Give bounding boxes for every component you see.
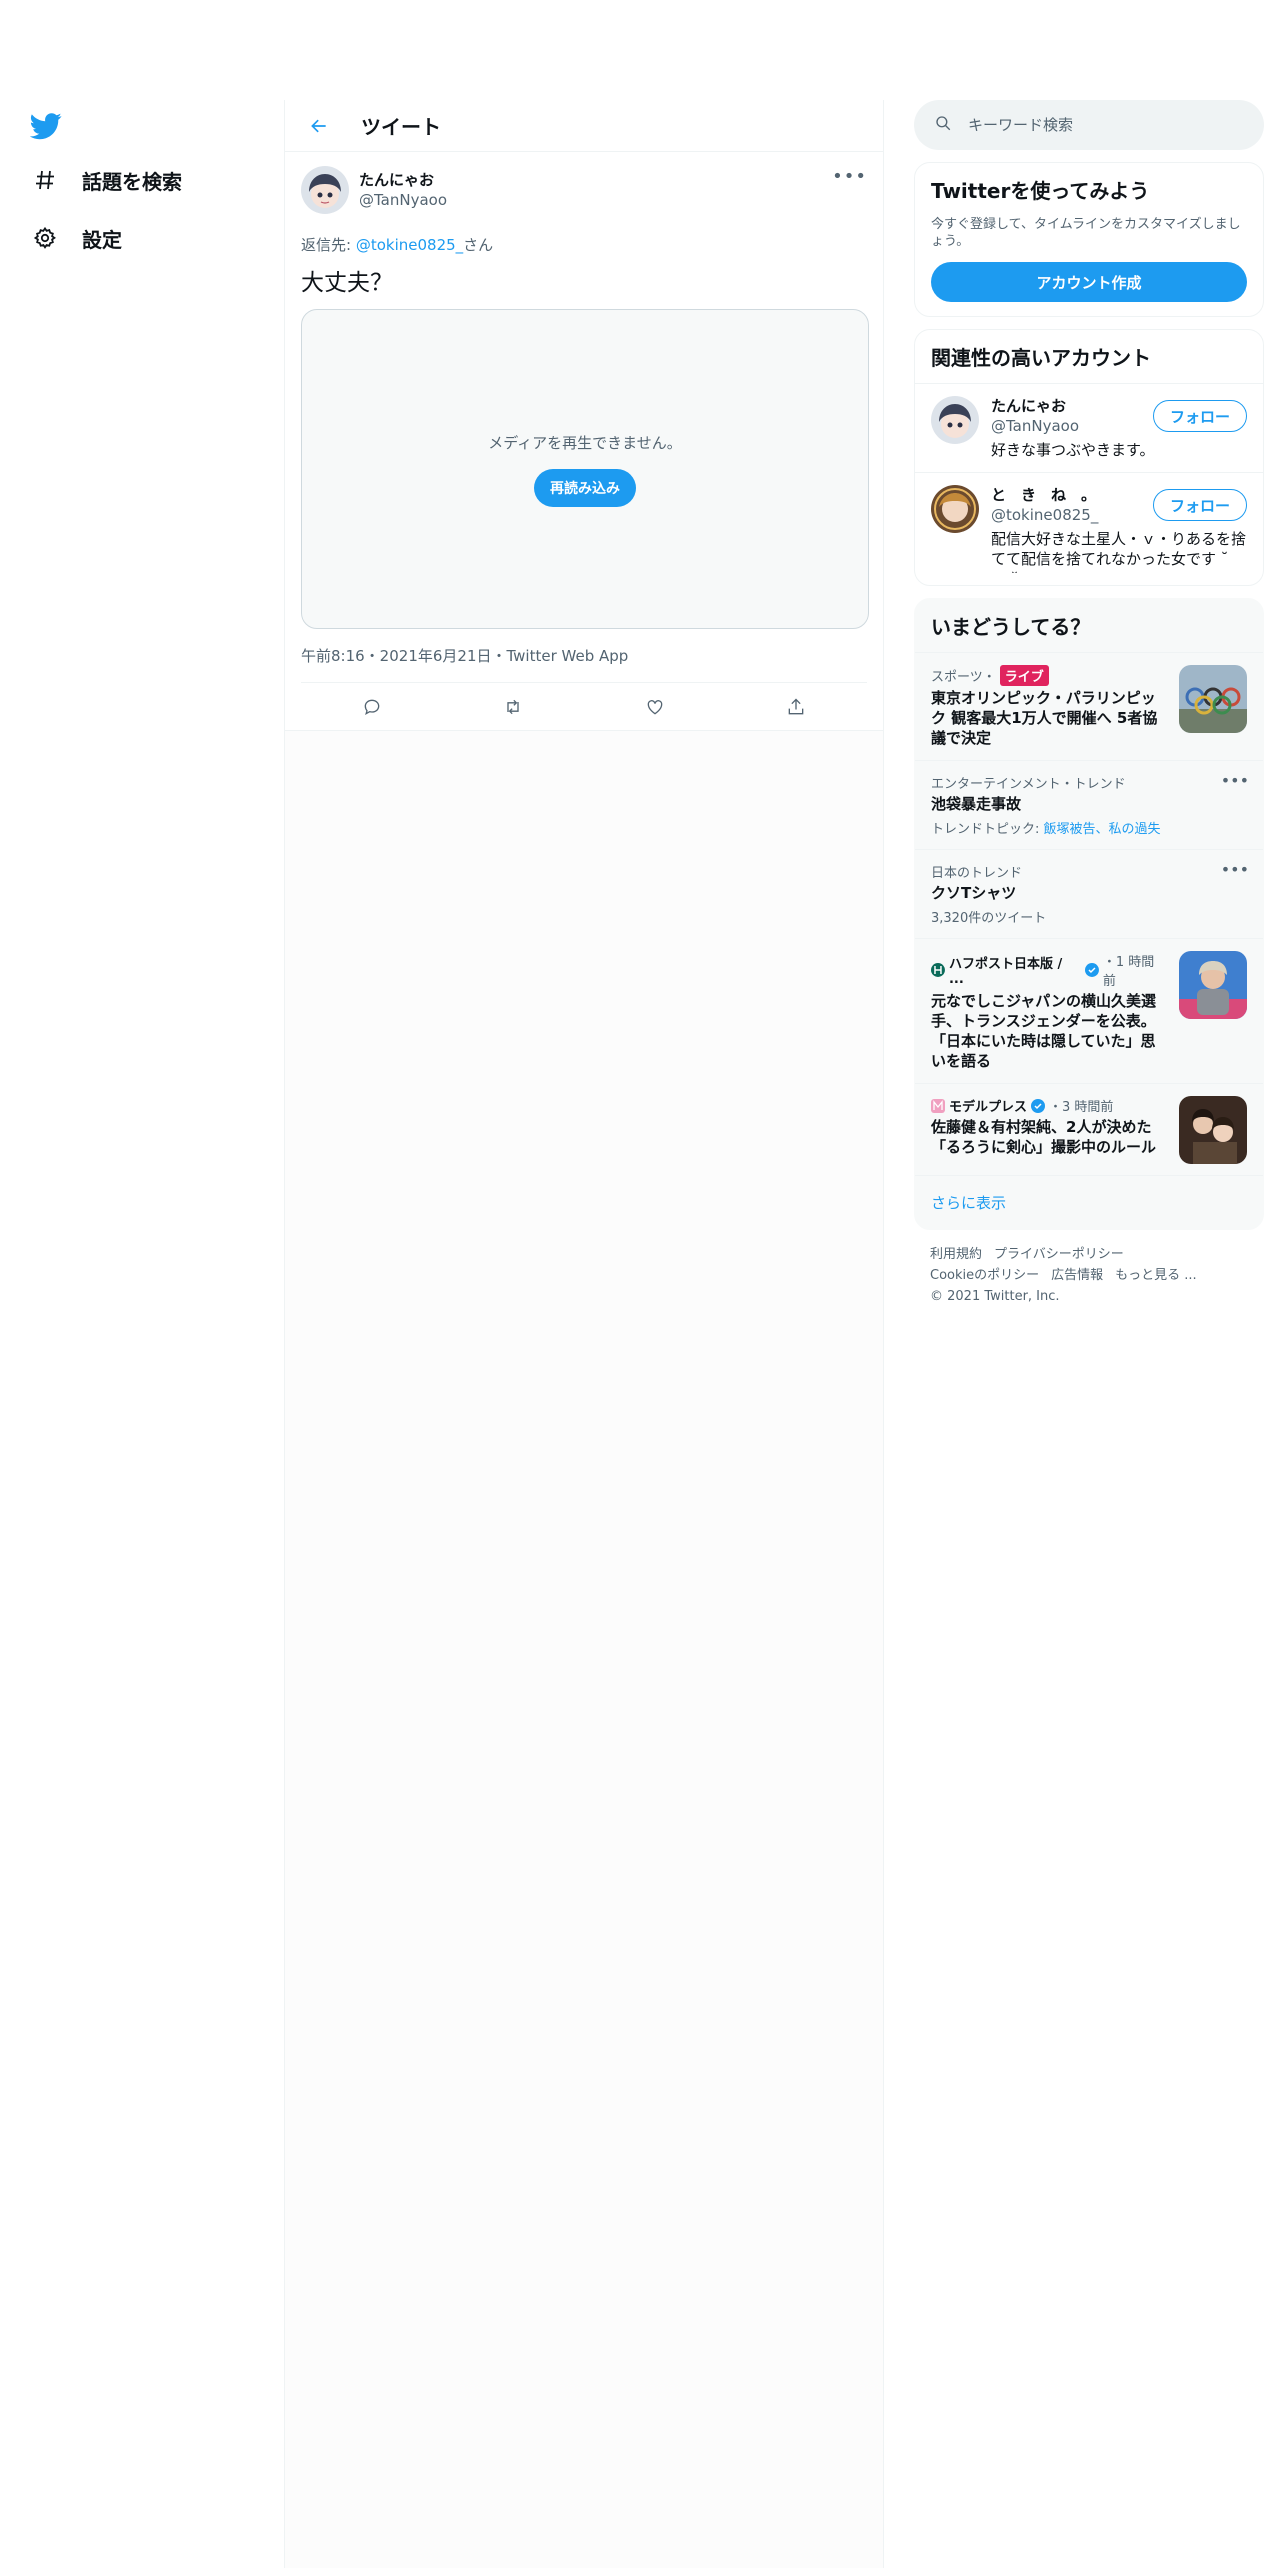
footer-link-privacy[interactable]: プライバシーポリシー (994, 1247, 1124, 1262)
trend-context: スポーツ・ ライブ (931, 665, 1167, 686)
main-column: ツイート たんにゃお @TanNyaoo ••• 返信先: @tokine082… (284, 100, 884, 2568)
gear-icon (30, 223, 60, 253)
trend-source: ハフポスト日本版 / ... (948, 957, 1063, 987)
trend-context: エンターテインメント・トレンド (931, 777, 1126, 792)
author-handle[interactable]: @TanNyaoo (359, 190, 447, 210)
trend-title: 元なでしこジャパンの横山久美選手、トランスジェンダーを公表。「日本にいた時は隠し… (931, 992, 1157, 1070)
tweet-actions (285, 683, 883, 731)
trend-item[interactable]: エンターテインメント・トレンド 池袋暴走事故 トレンドトピック: 飯塚被告、私の… (915, 760, 1263, 849)
footer-link-cookies[interactable]: Cookieのポリシー (930, 1268, 1039, 1283)
more-options-icon[interactable]: ••• (832, 166, 867, 187)
search-bar[interactable] (914, 100, 1264, 150)
nav-settings[interactable]: 設定 (30, 218, 122, 258)
trend-time: ・1 時間前 (1102, 955, 1155, 989)
avatar[interactable] (301, 166, 349, 214)
live-badge: ライブ (999, 665, 1049, 686)
trends-title: いまどうしてる？ (931, 615, 1091, 639)
tweet-header: ツイート (285, 100, 883, 152)
trend-title: 佐藤健＆有村架純、2人が決めた「るろうに剣心」撮影中のルール (931, 1118, 1157, 1156)
modelpress-logo-icon (931, 1098, 945, 1113)
trend-context: モデルプレス ・3 時間前 (931, 1096, 1167, 1115)
reply-prefix: 返信先: (301, 236, 356, 254)
signup-title: Twitterを使ってみよう (931, 179, 1150, 203)
page-title: ツイート (361, 115, 441, 139)
nav-explore[interactable]: 話題を検索 (30, 160, 182, 200)
trend-thumbnail (1179, 951, 1247, 1019)
trend-title: クソTシャツ (931, 884, 1017, 902)
trends-card: いまどうしてる？ スポーツ・ ライブ 東京オリンピック・パラリンピック 観客最大… (914, 598, 1264, 1230)
trend-title: 東京オリンピック・パラリンピック 観客最大1万人で開催へ 5者協議で決定 (931, 689, 1158, 747)
reply-icon[interactable] (354, 689, 390, 725)
trend-time: ・3 時間前 (1049, 1100, 1114, 1115)
avatar[interactable] (931, 485, 979, 533)
more-options-icon[interactable]: ••• (1221, 771, 1249, 790)
trend-thumbnail (1179, 1096, 1247, 1164)
share-icon[interactable] (778, 689, 814, 725)
search-icon (934, 114, 952, 136)
trend-item[interactable]: モデルプレス ・3 時間前 佐藤健＆有村架純、2人が決めた「るろうに剣心」撮影中… (915, 1083, 1263, 1175)
tweet-metadata[interactable]: 午前8:16・2021年6月21日・Twitter Web App (301, 645, 867, 683)
trend-context: 日本のトレンド (931, 866, 1023, 881)
reply-mention-link[interactable]: @tokine0825_ (356, 236, 463, 254)
tweet: たんにゃお @TanNyaoo ••• 返信先: @tokine0825_さん … (285, 152, 883, 731)
avatar[interactable] (931, 396, 979, 444)
footer-link-terms[interactable]: 利用規約 (930, 1247, 982, 1262)
account-item[interactable]: と き ね 。 @tokine0825_ 配信大好きな土星人・ｖ・りあるを捨てて… (915, 472, 1263, 585)
author-name[interactable]: たんにゃお (359, 170, 447, 190)
twitter-logo-icon[interactable] (29, 110, 64, 144)
related-title: 関連性の高いアカウント (931, 346, 1151, 370)
reply-suffix: さん (463, 236, 494, 254)
account-bio: 好きな事つぶやきます。 (991, 441, 1155, 459)
like-icon[interactable] (637, 689, 673, 725)
follow-button[interactable]: フォロー (1152, 489, 1247, 521)
account-bio: 配信大好きな土星人・ｖ・りあるを捨てて配信を捨てれなかった女です ˘ ｖ ˘ (991, 530, 1247, 573)
footer: 利用規約 プライバシーポリシー Cookieのポリシー 広告情報 もっと見る ... … (914, 1230, 1264, 1321)
trend-thumbnail (1179, 665, 1247, 733)
follow-button[interactable]: フォロー (1152, 400, 1247, 432)
nav-settings-label: 設定 (82, 227, 122, 252)
page: 話題を検索 設定 ツイート たんにゃお @TanNyaoo ••• 返信先: @… (0, 0, 1284, 2568)
tweet-author[interactable]: たんにゃお @TanNyaoo (301, 162, 867, 218)
reload-button[interactable]: 再読み込み (534, 468, 636, 507)
trend-context-text: スポーツ・ (931, 670, 996, 685)
trend-topic-link[interactable]: 飯塚被告、私の過失 (1044, 822, 1161, 837)
copyright: © 2021 Twitter, Inc. (930, 1289, 1060, 1304)
nav-explore-label: 話題を検索 (82, 169, 182, 194)
trend-context: ハフポスト日本版 / ... ・1 時間前 (931, 951, 1167, 989)
create-account-button[interactable]: アカウント作成 (931, 262, 1247, 302)
show-more-link[interactable]: さらに表示 (915, 1175, 1263, 1229)
related-accounts-card: 関連性の高いアカウント たんにゃお @TanNyaoo 好きな事つぶやきます。 … (914, 329, 1264, 586)
media-container: メディアを再生できません。 再読み込み (301, 309, 869, 629)
trend-item[interactable]: ハフポスト日本版 / ... ・1 時間前 元なでしこジャパンの横山久美選手、ト… (915, 938, 1263, 1083)
signup-card: Twitterを使ってみよう 今すぐ登録して、タイムラインをカスタマイズしましょ… (914, 162, 1264, 317)
signup-description: 今すぐ登録して、タイムラインをカスタマイズしましょう。 (931, 217, 1241, 249)
verified-badge-icon (1031, 1098, 1046, 1113)
tweet-text: 大丈夫？ (301, 270, 393, 296)
trend-source: モデルプレス (949, 1100, 1028, 1115)
trend-subtitle: トレンドトピック: 飯塚被告、私の過失 (931, 818, 1247, 837)
footer-link-more[interactable]: もっと見る ... (1115, 1268, 1197, 1283)
trend-tweet-count: 3,320件のツイート (931, 911, 1047, 926)
trend-item[interactable]: スポーツ・ ライブ 東京オリンピック・パラリンピック 観客最大1万人で開催へ 5… (915, 652, 1263, 760)
back-arrow-icon[interactable] (301, 108, 337, 144)
trend-item[interactable]: 日本のトレンド クソTシャツ 3,320件のツイート ••• (915, 849, 1263, 938)
account-item[interactable]: たんにゃお @TanNyaoo 好きな事つぶやきます。 フォロー (915, 383, 1263, 472)
more-options-icon[interactable]: ••• (1221, 860, 1249, 879)
verified-badge-icon (1084, 963, 1099, 977)
trend-sub-prefix: トレンドトピック: (931, 822, 1044, 837)
search-input[interactable] (968, 116, 1228, 134)
footer-link-ads[interactable]: 広告情報 (1051, 1268, 1103, 1283)
media-error-message: メディアを再生できません。 (488, 433, 682, 452)
right-sidebar: Twitterを使ってみよう 今すぐ登録して、タイムラインをカスタマイズしましょ… (914, 100, 1264, 1321)
hashtag-icon (30, 165, 60, 195)
huffpost-logo-icon (931, 963, 945, 977)
trend-title: 池袋暴走事故 (931, 795, 1022, 813)
retweet-icon[interactable] (495, 689, 531, 725)
reply-to: 返信先: @tokine0825_さん (301, 234, 867, 255)
